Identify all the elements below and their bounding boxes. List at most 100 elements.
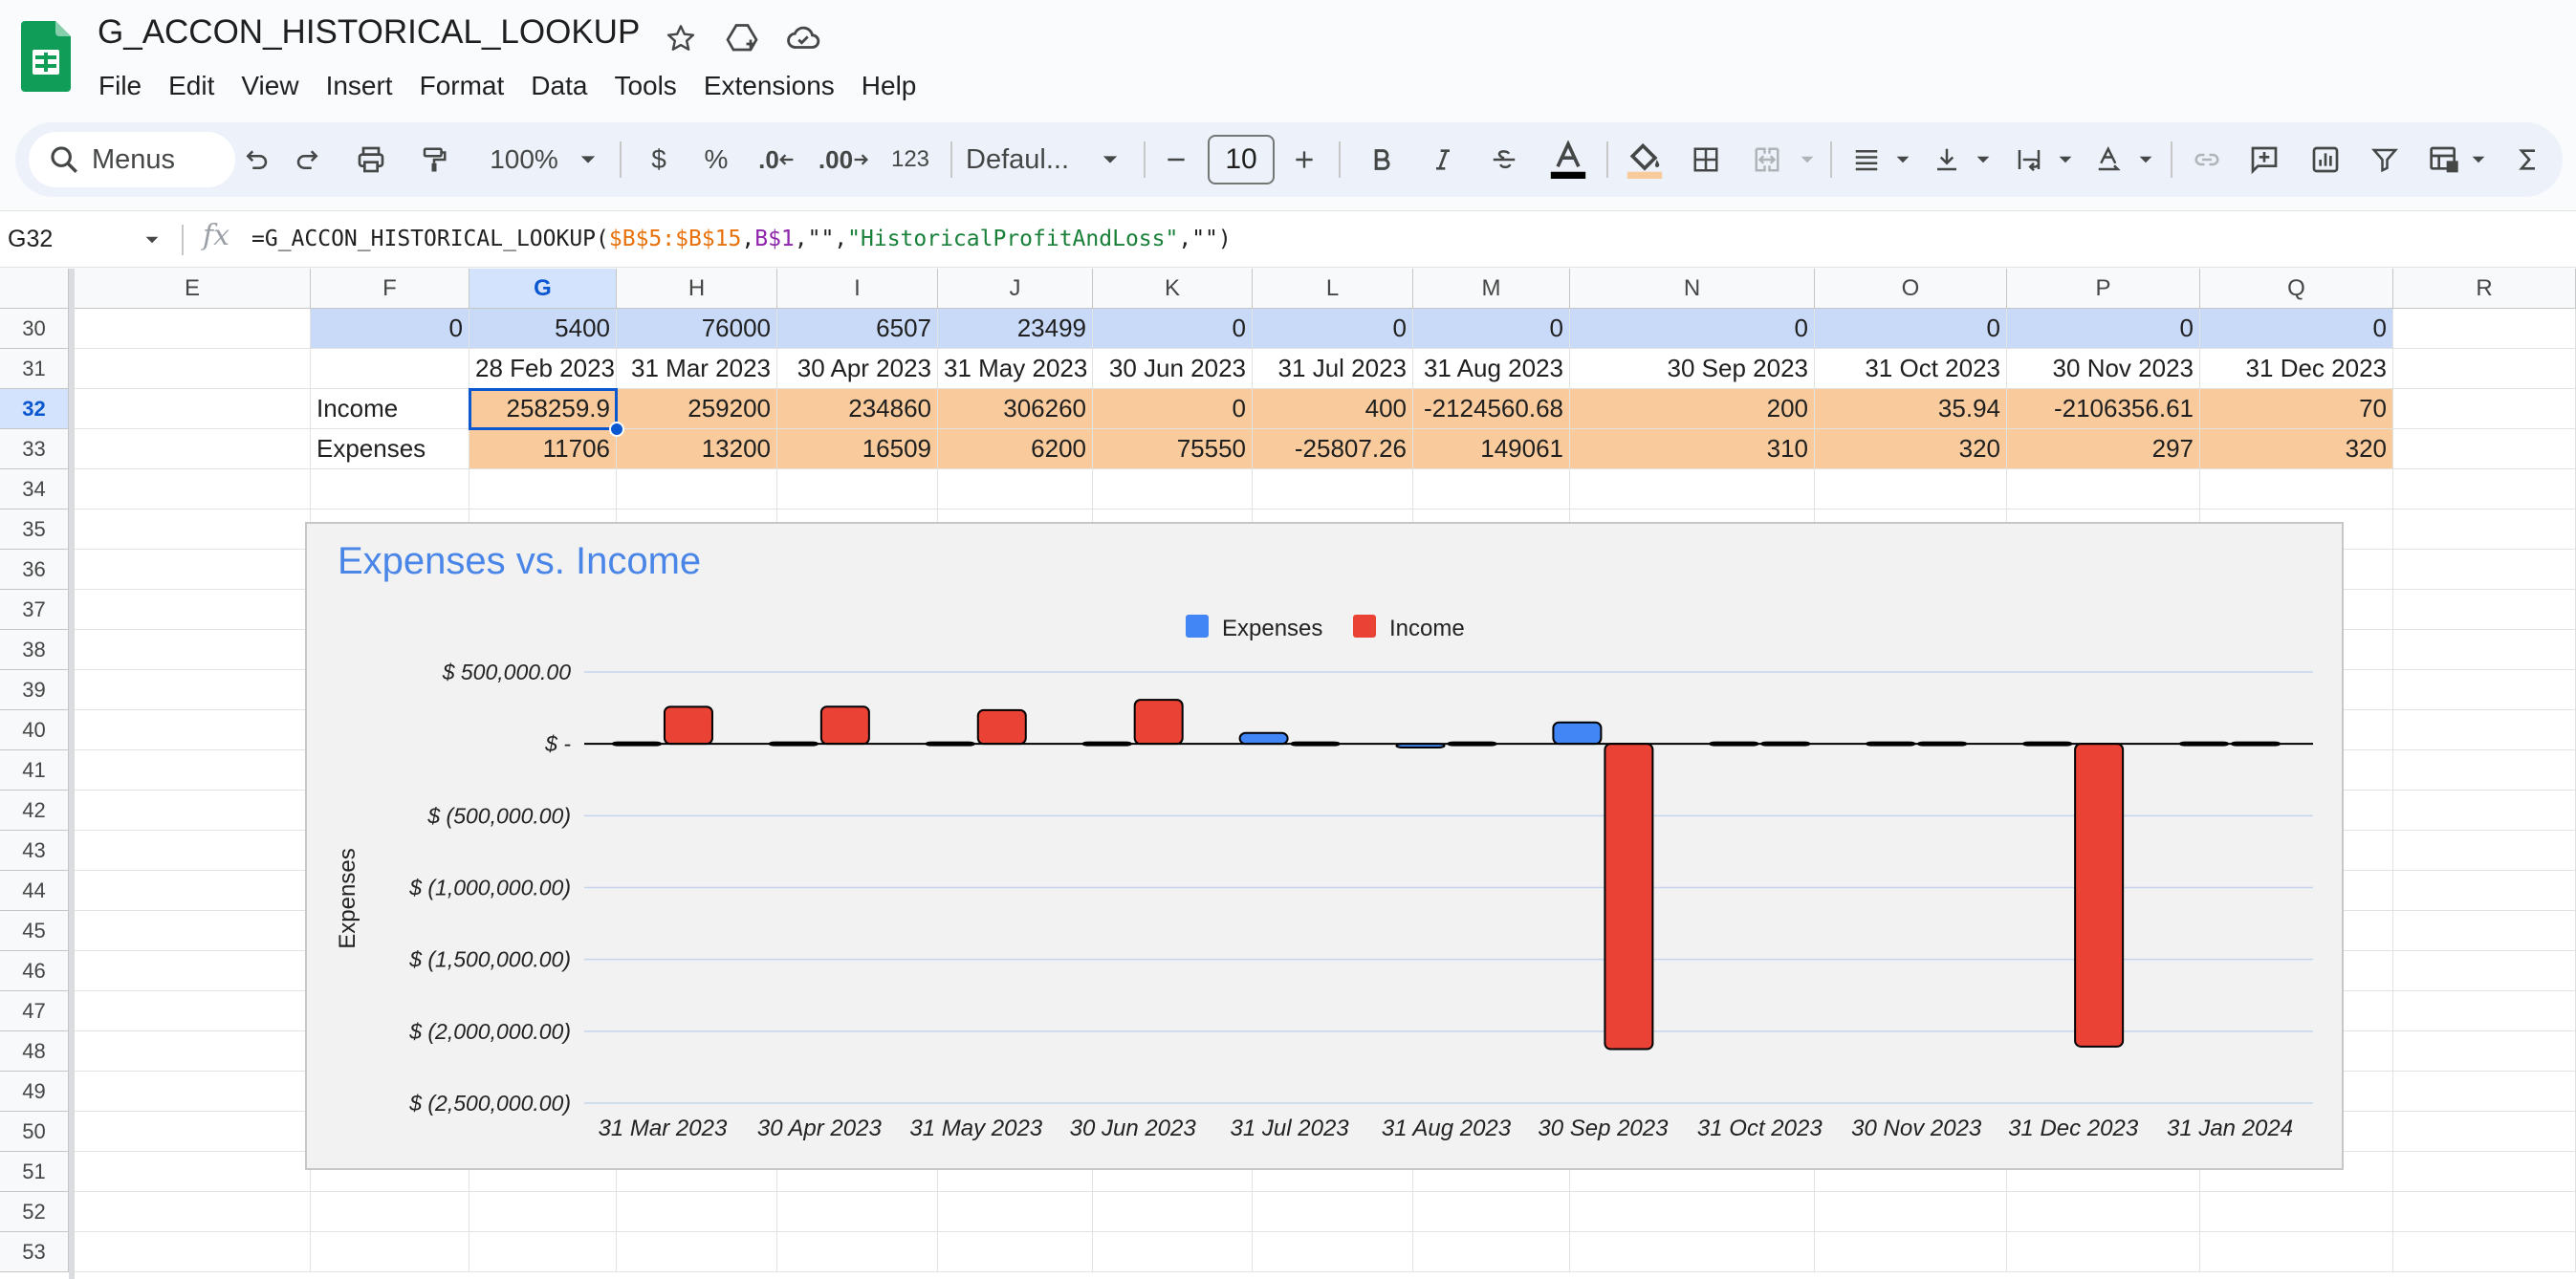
cell-j34[interactable]	[938, 469, 1093, 509]
cell-f52[interactable]	[311, 1192, 469, 1232]
row-header-33[interactable]: 33	[0, 429, 69, 469]
sheets-logo-icon[interactable]	[21, 21, 71, 92]
cell-r46[interactable]	[2393, 951, 2576, 991]
cell-g31[interactable]: 28 Feb 2023	[469, 349, 617, 389]
cell-r36[interactable]	[2393, 550, 2576, 590]
cell-o34[interactable]	[1815, 469, 2007, 509]
cell-m53[interactable]	[1413, 1232, 1570, 1272]
cell-k30[interactable]: 0	[1093, 309, 1253, 349]
cell-i30[interactable]: 6507	[777, 309, 938, 349]
cell-h53[interactable]	[617, 1232, 777, 1272]
insert-link-icon[interactable]	[2182, 122, 2232, 197]
cell-r38[interactable]	[2393, 630, 2576, 670]
column-header-j[interactable]: J	[938, 269, 1093, 309]
cell-o52[interactable]	[1815, 1192, 2007, 1232]
cell-r48[interactable]	[2393, 1031, 2576, 1072]
cell-j33[interactable]: 6200	[938, 429, 1093, 469]
cell-r51[interactable]	[2393, 1152, 2576, 1192]
row-header-53[interactable]: 53	[0, 1232, 69, 1272]
row-header-44[interactable]: 44	[0, 871, 69, 911]
cell-g34[interactable]	[469, 469, 617, 509]
row-header-40[interactable]: 40	[0, 710, 69, 750]
cell-m34[interactable]	[1413, 469, 1570, 509]
cell-e33[interactable]	[75, 429, 311, 469]
cell-n52[interactable]	[1570, 1192, 1815, 1232]
cell-r44[interactable]	[2393, 871, 2576, 911]
functions-icon[interactable]	[2503, 122, 2553, 197]
cell-e43[interactable]	[75, 831, 311, 871]
cell-p32[interactable]: -2106356.61	[2007, 389, 2200, 429]
more-formats-button[interactable]: 123	[882, 122, 939, 197]
cloud-saved-icon[interactable]	[784, 19, 822, 57]
row-header-51[interactable]: 51	[0, 1152, 69, 1192]
cell-e32[interactable]	[75, 389, 311, 429]
menu-file[interactable]: File	[98, 67, 155, 105]
cell-l33[interactable]: -25807.26	[1253, 429, 1413, 469]
cell-r35[interactable]	[2393, 509, 2576, 550]
column-header-m[interactable]: M	[1413, 269, 1570, 309]
cell-l53[interactable]	[1253, 1232, 1413, 1272]
wrap-dropdown-icon[interactable]	[2052, 122, 2079, 197]
cell-e44[interactable]	[75, 871, 311, 911]
cell-r49[interactable]	[2393, 1072, 2576, 1112]
cell-k32[interactable]: 0	[1093, 389, 1253, 429]
row-header-39[interactable]: 39	[0, 670, 69, 710]
cell-h52[interactable]	[617, 1192, 777, 1232]
undo-icon[interactable]	[231, 122, 281, 197]
currency-format-button[interactable]: $	[637, 122, 681, 197]
cell-e49[interactable]	[75, 1072, 311, 1112]
row-header-37[interactable]: 37	[0, 590, 69, 630]
redo-icon[interactable]	[283, 122, 333, 197]
column-header-l[interactable]: L	[1253, 269, 1413, 309]
cell-p53[interactable]	[2007, 1232, 2200, 1272]
row-header-52[interactable]: 52	[0, 1192, 69, 1232]
cell-i31[interactable]: 30 Apr 2023	[777, 349, 938, 389]
font-size-input[interactable]: 10	[1208, 135, 1275, 184]
insert-comment-icon[interactable]	[2239, 122, 2289, 197]
cell-p52[interactable]	[2007, 1192, 2200, 1232]
cell-e53[interactable]	[75, 1232, 311, 1272]
text-rotation-icon[interactable]	[2085, 122, 2134, 197]
cell-n34[interactable]	[1570, 469, 1815, 509]
halign-dropdown-icon[interactable]	[1889, 122, 1916, 197]
cell-g33[interactable]: 11706	[469, 429, 617, 469]
cell-i52[interactable]	[777, 1192, 938, 1232]
column-header-k[interactable]: K	[1093, 269, 1253, 309]
cell-e41[interactable]	[75, 750, 311, 791]
cell-r34[interactable]	[2393, 469, 2576, 509]
row-header-35[interactable]: 35	[0, 509, 69, 550]
cell-e45[interactable]	[75, 911, 311, 951]
valign-dropdown-icon[interactable]	[1970, 122, 1997, 197]
column-header-i[interactable]: I	[777, 269, 938, 309]
cell-e40[interactable]	[75, 710, 311, 750]
cell-l30[interactable]: 0	[1253, 309, 1413, 349]
cell-e35[interactable]	[75, 509, 311, 550]
cell-l52[interactable]	[1253, 1192, 1413, 1232]
cell-q52[interactable]	[2200, 1192, 2393, 1232]
cell-r45[interactable]	[2393, 911, 2576, 951]
filter-views-dropdown-icon[interactable]	[2465, 122, 2492, 197]
cell-i34[interactable]	[777, 469, 938, 509]
select-all-corner[interactable]	[0, 269, 69, 309]
cell-r42[interactable]	[2393, 791, 2576, 831]
cell-p30[interactable]: 0	[2007, 309, 2200, 349]
document-title[interactable]: G_ACCON_HISTORICAL_LOOKUP	[98, 13, 640, 52]
zoom-dropdown-icon[interactable]	[572, 122, 604, 197]
cell-e30[interactable]	[75, 309, 311, 349]
zoom-value[interactable]: 100%	[478, 122, 570, 197]
cell-l31[interactable]: 31 Jul 2023	[1253, 349, 1413, 389]
text-wrapping-icon[interactable]	[2004, 122, 2054, 197]
row-header-34[interactable]: 34	[0, 469, 69, 509]
menu-data[interactable]: Data	[517, 67, 600, 105]
cell-h34[interactable]	[617, 469, 777, 509]
cell-m32[interactable]: -2124560.68	[1413, 389, 1570, 429]
cell-f30[interactable]: 0	[311, 309, 469, 349]
vertical-align-icon[interactable]	[1922, 122, 1972, 197]
cell-q34[interactable]	[2200, 469, 2393, 509]
cell-q30[interactable]: 0	[2200, 309, 2393, 349]
filter-views-icon[interactable]	[2419, 122, 2469, 197]
menu-insert[interactable]: Insert	[313, 67, 406, 105]
column-header-r[interactable]: R	[2393, 269, 2576, 309]
menus-search[interactable]: Menus	[29, 132, 235, 187]
cell-r30[interactable]	[2393, 309, 2576, 349]
